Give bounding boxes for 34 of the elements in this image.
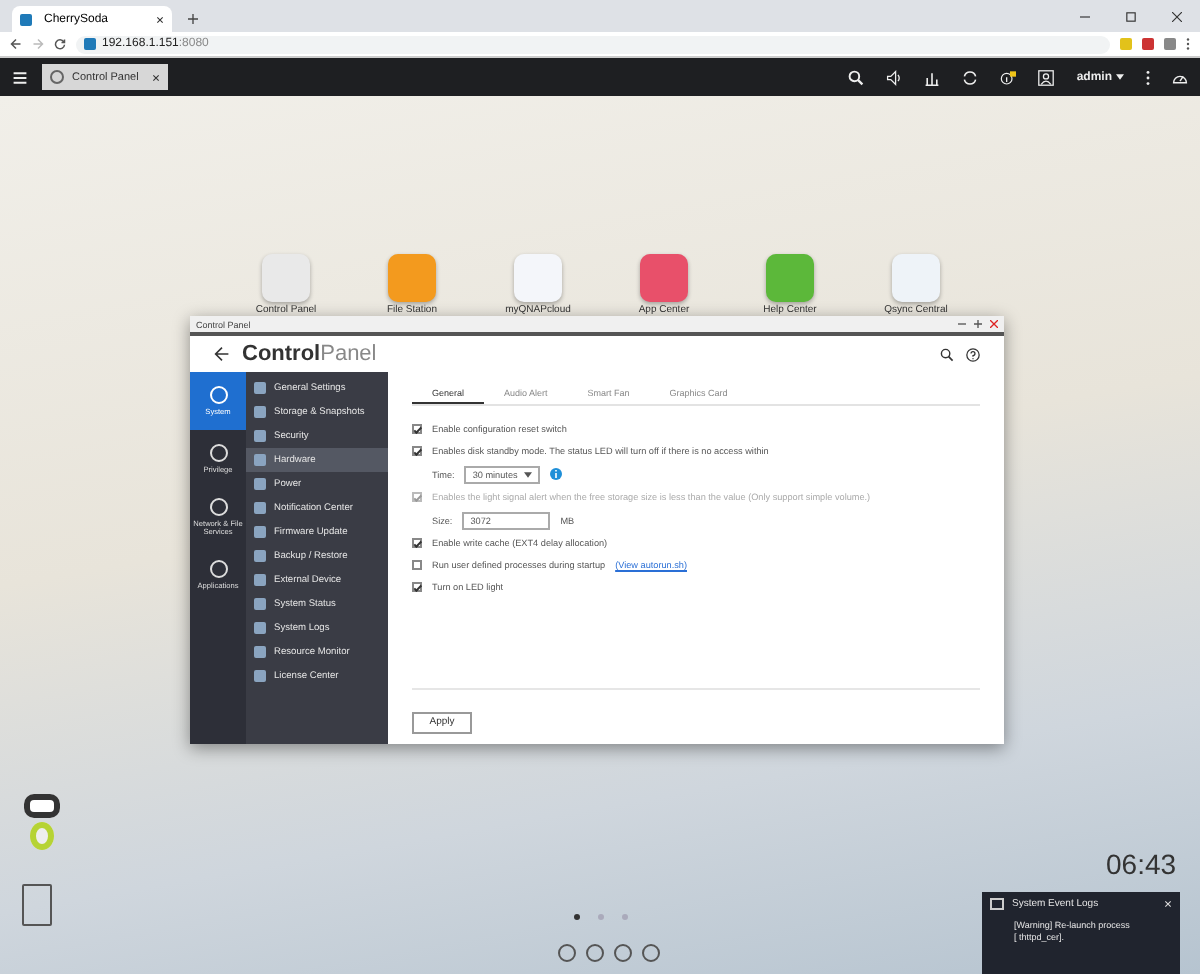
info-icon[interactable] <box>1000 69 1017 85</box>
maximize-icon[interactable] <box>974 320 982 328</box>
bar-chart-icon[interactable] <box>924 69 941 85</box>
checkbox[interactable] <box>412 424 422 434</box>
minimize-icon[interactable] <box>1080 11 1090 21</box>
clock: 06:43 <box>1106 848 1177 880</box>
new-tab-icon[interactable] <box>188 14 198 24</box>
search-icon[interactable] <box>848 69 865 85</box>
checkbox[interactable] <box>412 560 422 570</box>
page-dot[interactable] <box>622 914 628 920</box>
speaker-icon[interactable] <box>886 69 903 85</box>
sync-icon[interactable] <box>962 69 979 85</box>
page-dot[interactable] <box>574 914 580 920</box>
log-icon <box>990 898 1004 910</box>
trash-icon[interactable] <box>22 884 52 926</box>
search-icon[interactable] <box>940 347 954 361</box>
help-icon[interactable] <box>966 347 980 361</box>
back-icon[interactable] <box>10 38 22 50</box>
checkbox[interactable] <box>412 446 422 456</box>
maximize-icon[interactable] <box>1126 11 1136 21</box>
caret-icon <box>524 471 533 477</box>
checkbox[interactable] <box>412 538 422 548</box>
app-heading: ControlPanel <box>242 342 377 366</box>
close-icon[interactable] <box>156 15 164 23</box>
close-icon[interactable] <box>152 73 160 81</box>
reload-icon[interactable] <box>54 38 66 50</box>
checkbox[interactable] <box>412 582 422 592</box>
minimize-icon[interactable] <box>958 320 966 328</box>
caret-icon <box>1116 74 1124 80</box>
page-dot[interactable] <box>598 914 604 920</box>
user-icon[interactable] <box>1038 69 1055 85</box>
menu-icon[interactable] <box>12 69 28 85</box>
back-icon[interactable] <box>214 346 230 362</box>
close-icon[interactable] <box>1172 11 1182 21</box>
